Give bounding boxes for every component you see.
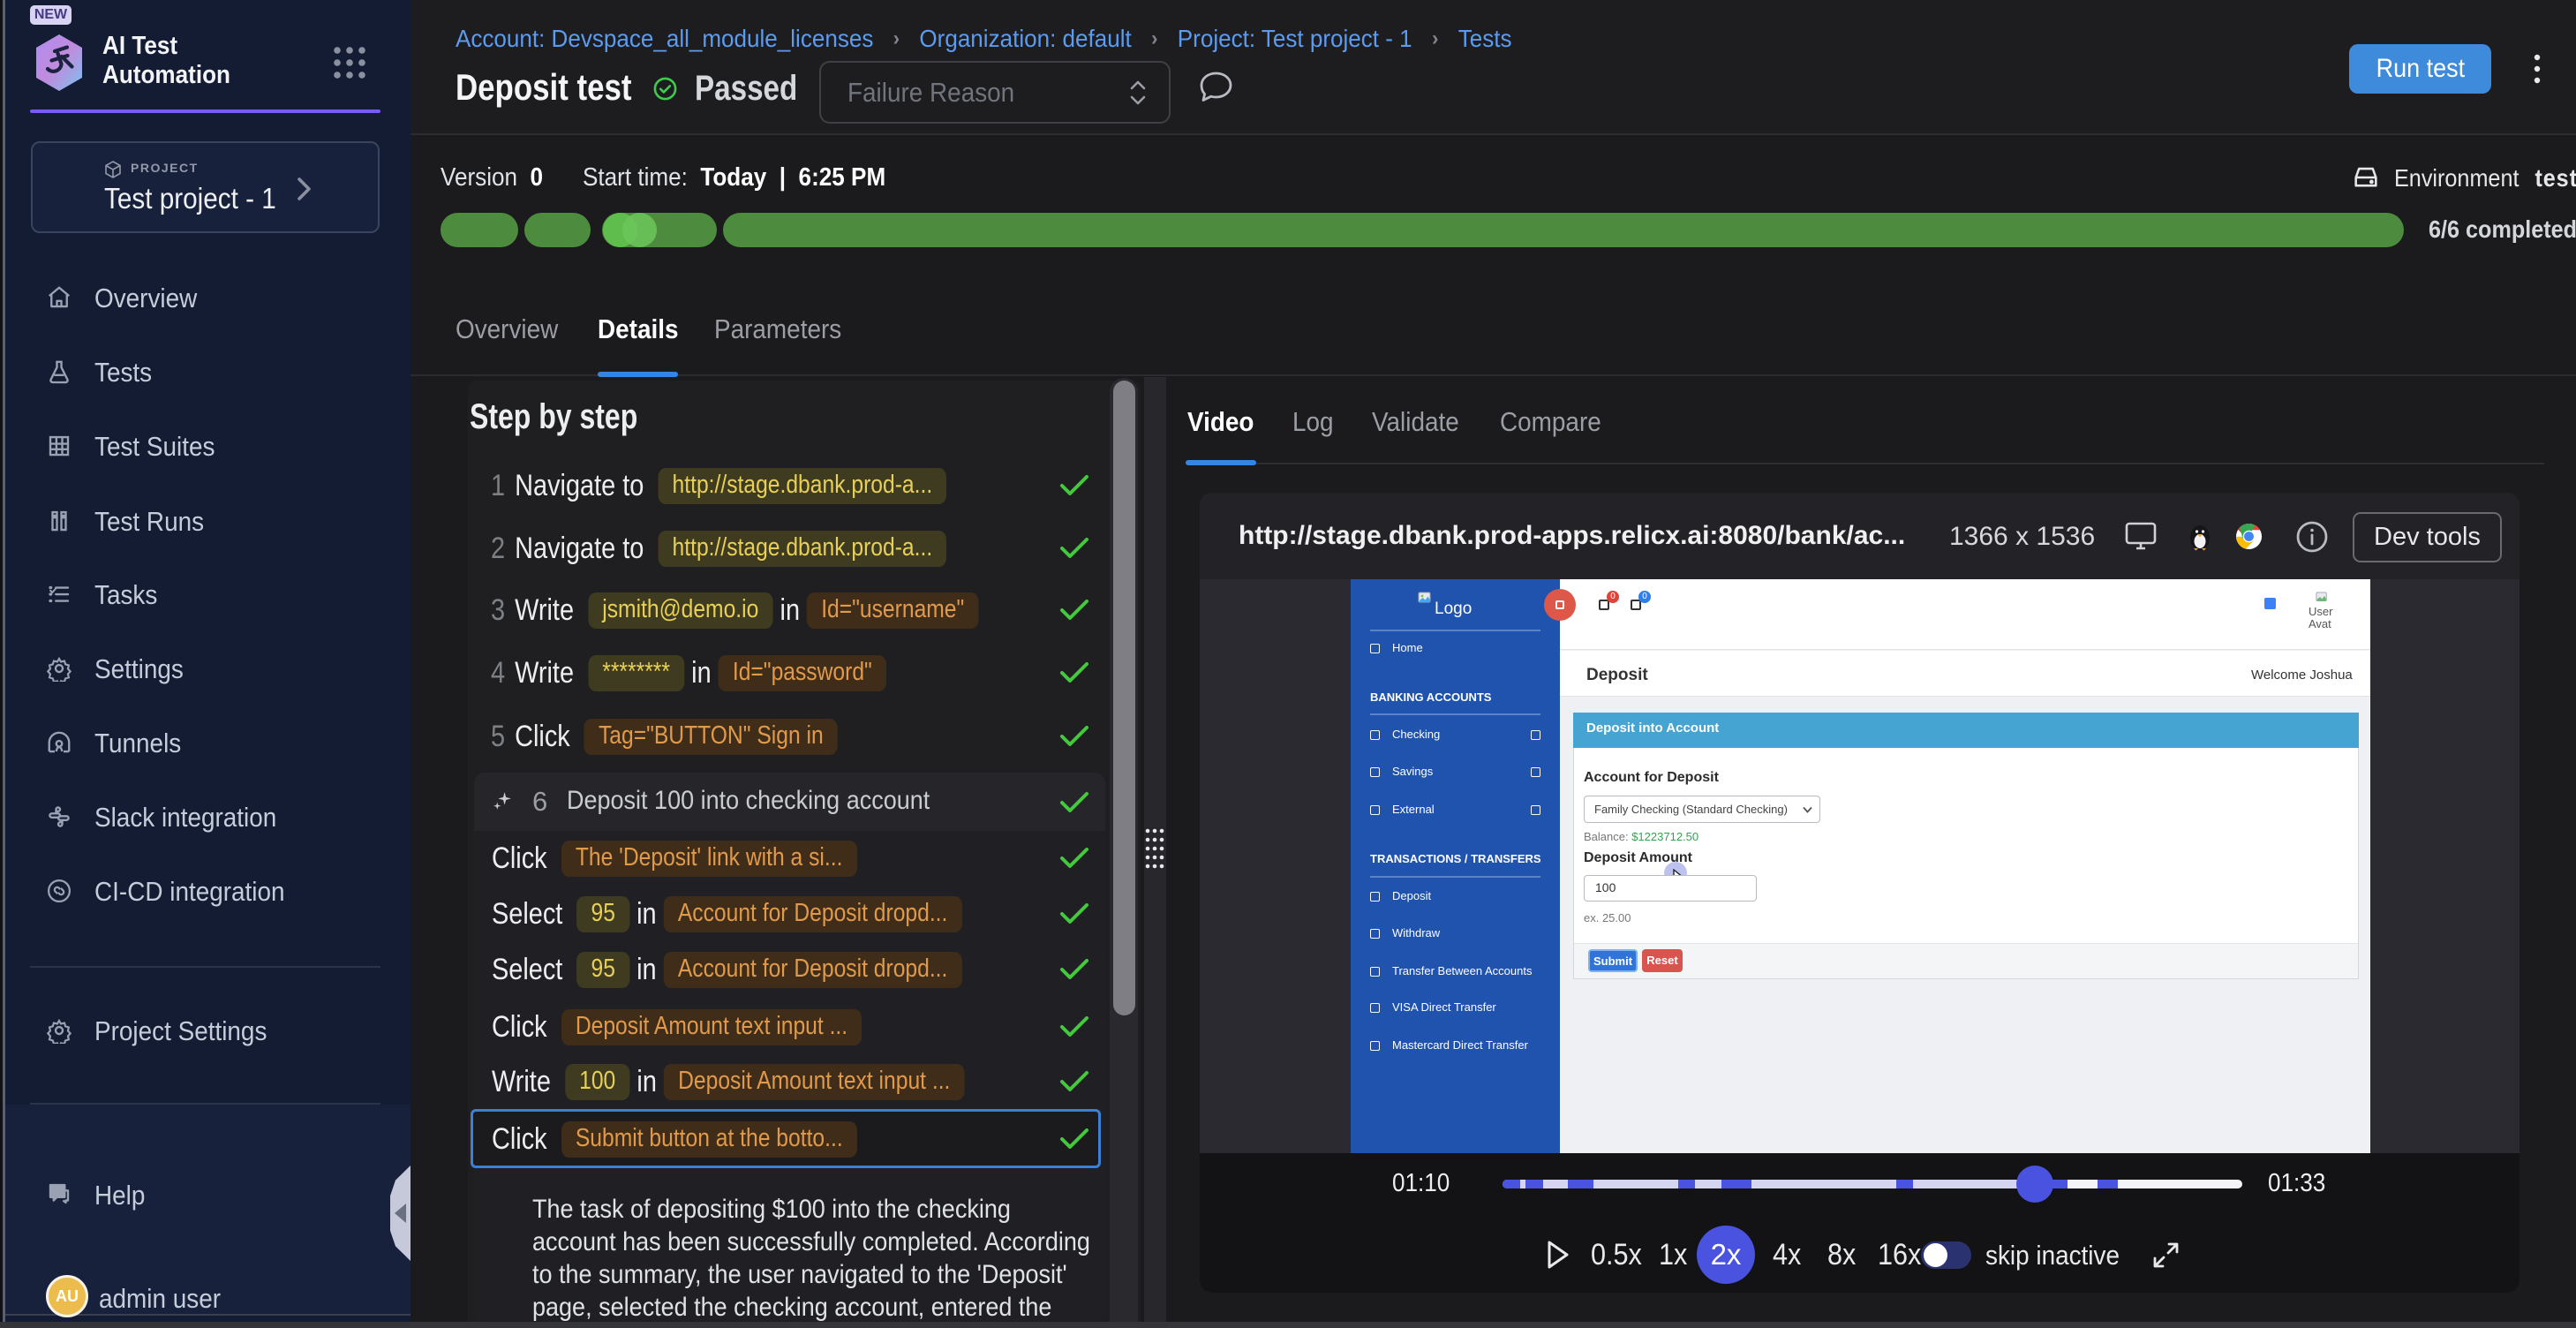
svg-text:?: ? bbox=[54, 1185, 61, 1197]
